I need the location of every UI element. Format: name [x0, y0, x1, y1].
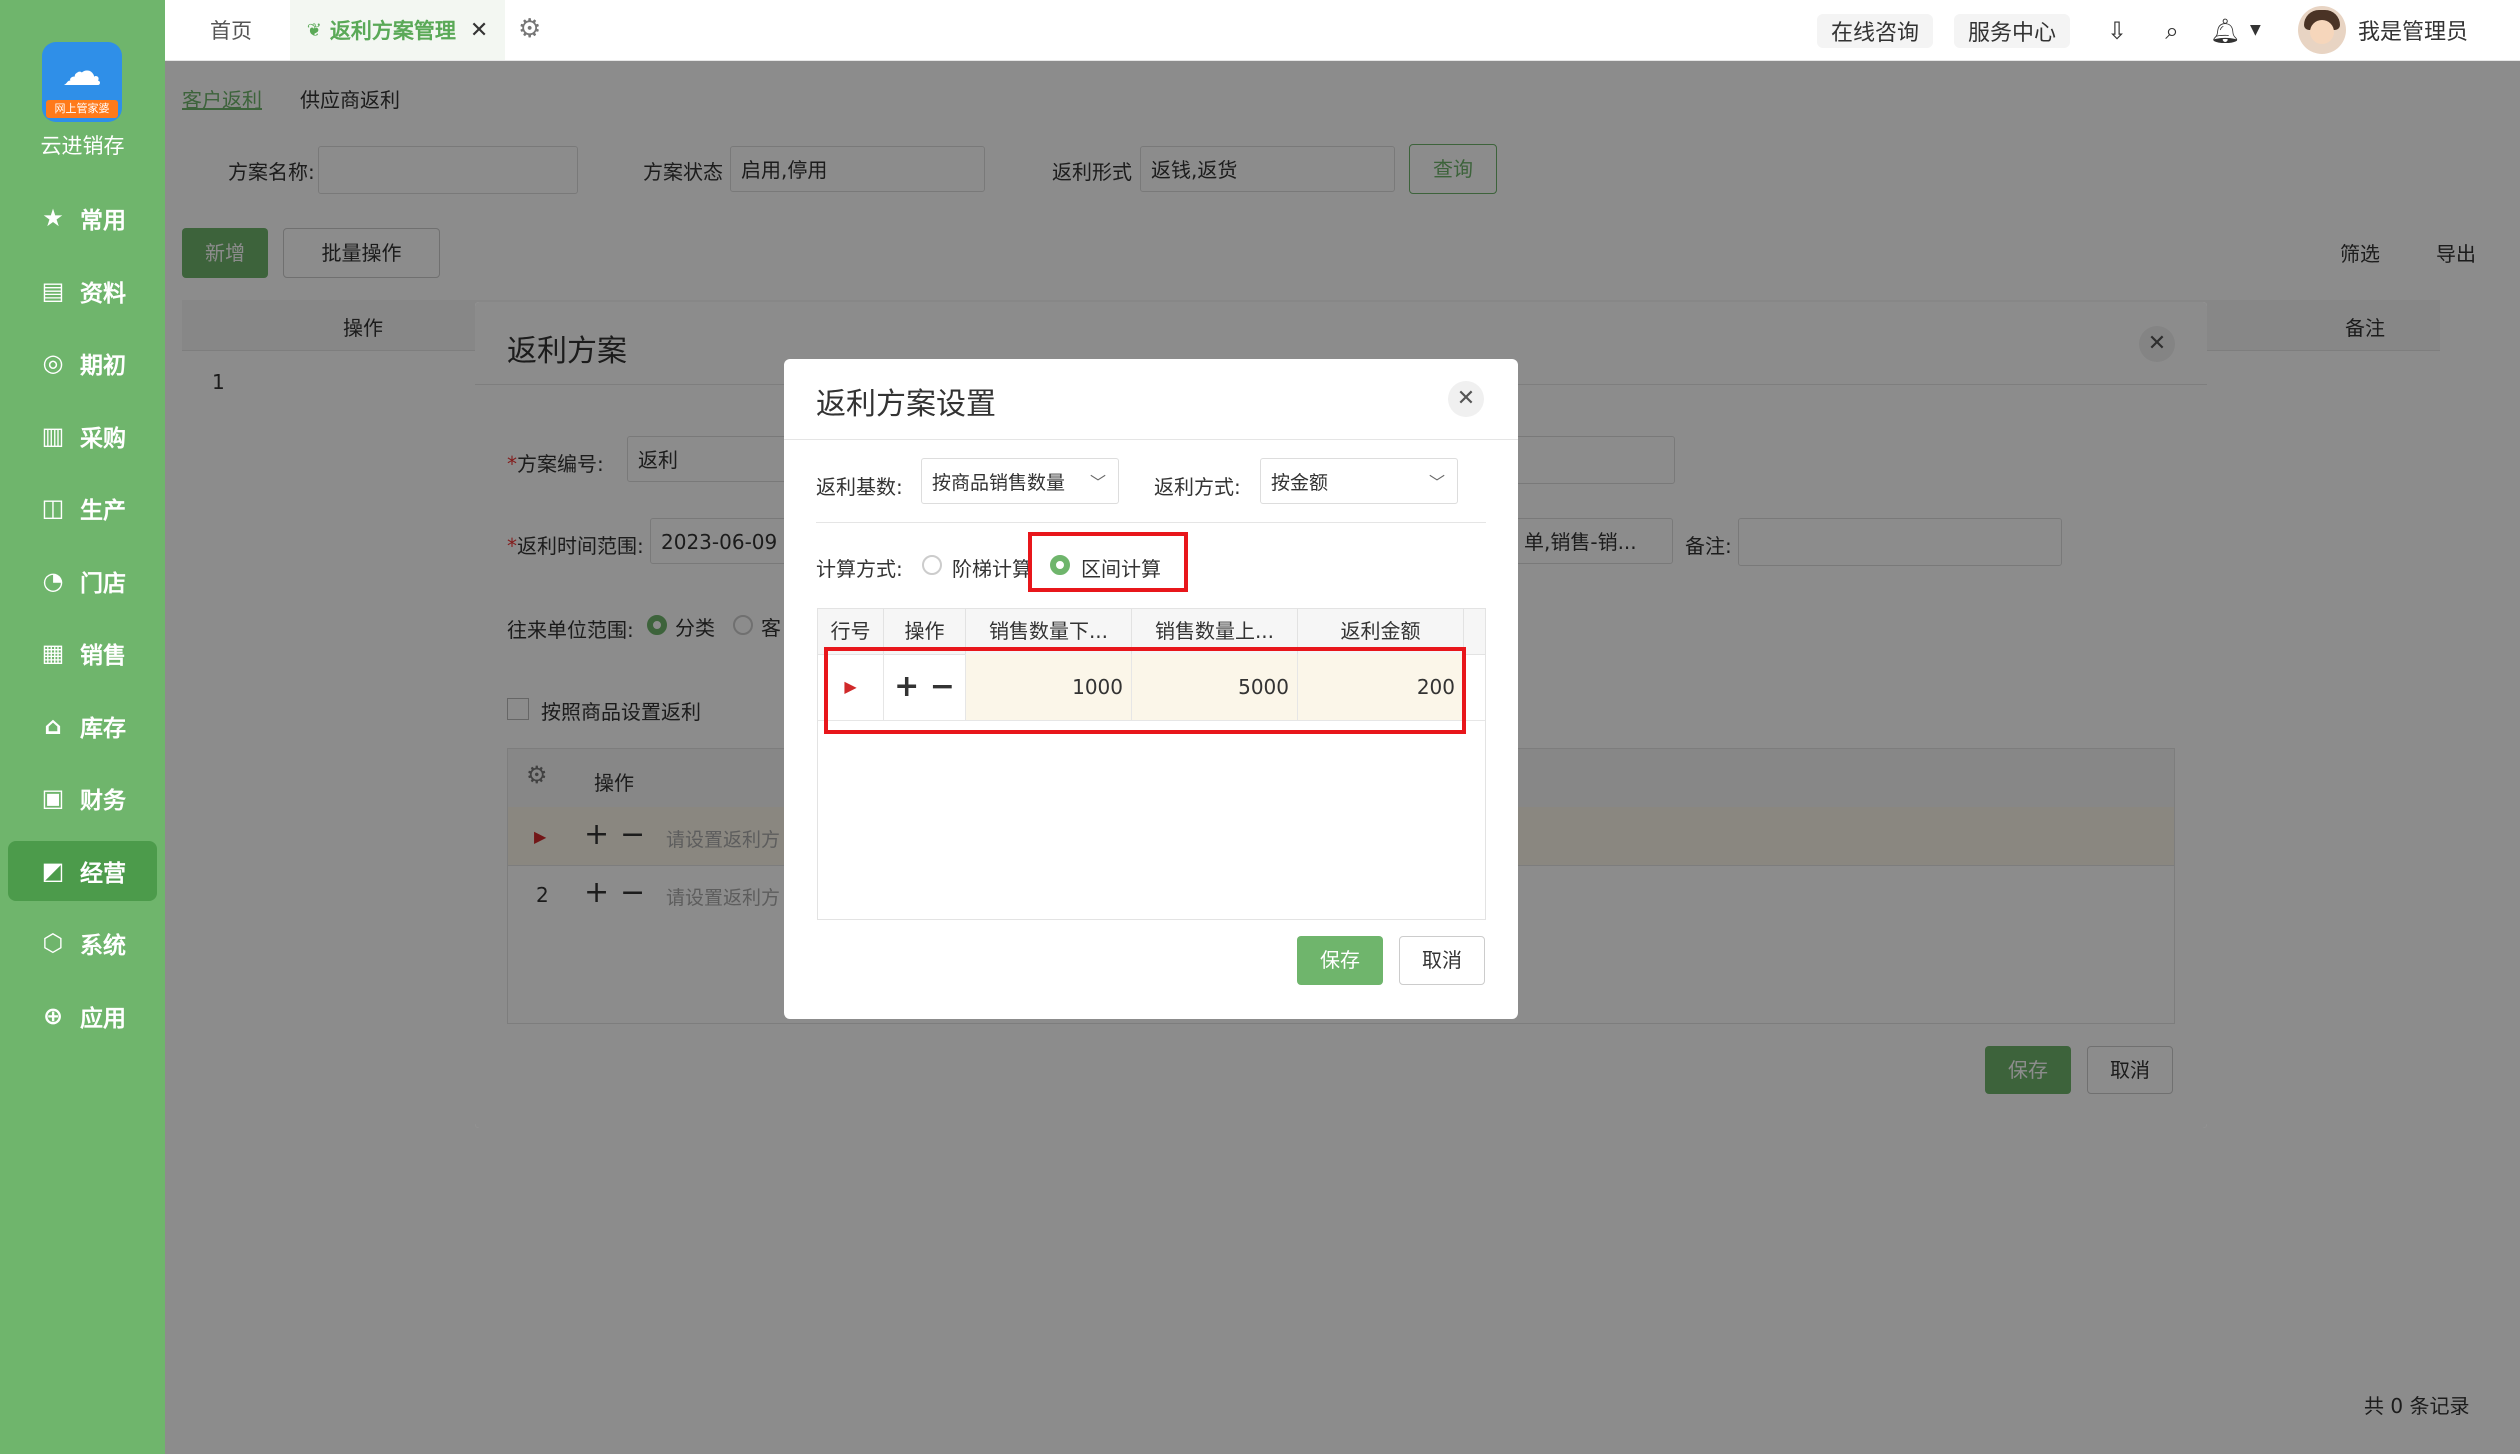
username[interactable]: 我是管理员: [2358, 14, 2468, 46]
sidebar-item-label: 系统: [80, 933, 126, 959]
tab-home[interactable]: 首页: [210, 0, 252, 60]
sidebar-item-label: 资料: [80, 280, 126, 307]
purchase-icon: ▥: [41, 421, 65, 450]
production-icon: ◫: [41, 494, 65, 522]
rebate-method-value: 按金额: [1271, 471, 1329, 494]
sidebar: ☁ 网上管家婆 云进销存 ★ 常用 ▤ 资料 ◎ 期初 ▥ 采购 ◫ 生产 ◔ 门店 ▦ 销售 ⌂ 库存 ▣ 财务…: [0, 0, 165, 1454]
tab-label: 返利方案管理: [329, 19, 456, 43]
bell-icon[interactable]: 🔔︎: [2208, 14, 2242, 48]
rebate-base-select[interactable]: 按商品销售数量 ﹀: [921, 458, 1119, 504]
rebate-setting-modal: 返利方案设置 ✕ 返利基数: 按商品销售数量 ﹀ 返利方式: 按金额 ﹀ 计算方…: [784, 359, 1518, 1019]
highlight-box: [824, 647, 1466, 734]
sidebar-item-label: 销售: [80, 643, 126, 669]
sidebar-item-label: 财务: [80, 788, 126, 814]
online-consult-button[interactable]: 在线咨询: [1817, 14, 1934, 48]
sidebar-item-label: 采购: [80, 425, 126, 452]
rebate-method-label: 返利方式:: [1154, 475, 1241, 499]
bar-chart-icon: ▦: [41, 639, 65, 667]
sidebar-item-label: 经营: [80, 860, 126, 887]
trend-icon: ◩: [41, 856, 65, 885]
service-center-button[interactable]: 服务中心: [1954, 14, 2071, 48]
sidebar-item-8[interactable]: ▣ 财务: [8, 768, 157, 828]
close-icon[interactable]: ✕: [1448, 381, 1484, 417]
step-calc-label: 阶梯计算: [952, 557, 1032, 581]
avatar[interactable]: [2298, 6, 2346, 54]
system-icon: ⬡: [42, 929, 64, 957]
sidebar-item-11[interactable]: ⊕ 应用: [8, 986, 157, 1046]
chevron-down-icon: ﹀: [1428, 473, 1445, 492]
sidebar-item-9[interactable]: ◩ 经营: [8, 840, 157, 901]
gear-icon[interactable]: ⚙: [518, 14, 541, 44]
warehouse-icon: ⌂: [44, 711, 62, 740]
rebate-method-select[interactable]: 按金额 ﹀: [1260, 458, 1458, 504]
sidebar-item-label: 常用: [80, 208, 126, 234]
rebate-base-value: 按商品销售数量: [932, 471, 1066, 494]
tab-rebate-management[interactable]: ❦ 返利方案管理 ✕: [290, 0, 505, 60]
rebate-base-label: 返利基数:: [816, 475, 903, 499]
pie-icon: ◔: [42, 566, 64, 595]
chevron-down-icon[interactable]: ▼: [2250, 22, 2261, 38]
modal-title: 返利方案设置: [816, 387, 996, 422]
app-brand: 云进销存: [40, 134, 125, 158]
finance-icon: ▣: [41, 784, 65, 812]
sidebar-item-label: 期初: [80, 353, 126, 379]
sidebar-item-10[interactable]: ⬡ 系统: [8, 913, 157, 973]
close-icon[interactable]: ✕: [470, 18, 488, 43]
sidebar-item-label: 应用: [80, 1005, 126, 1032]
apps-icon: ⊕: [42, 1001, 64, 1030]
sidebar-item-2[interactable]: ◎ 期初: [8, 333, 157, 393]
sidebar-item-label: 生产: [80, 498, 126, 524]
document-icon: ▤: [41, 276, 65, 305]
target-icon: ◎: [42, 349, 64, 377]
sidebar-item-7[interactable]: ⌂ 库存: [8, 696, 157, 756]
sidebar-item-6[interactable]: ▦ 销售: [8, 623, 157, 683]
sidebar-item-3[interactable]: ▥ 采购: [8, 406, 157, 466]
search-icon[interactable]: ⌕: [2155, 14, 2189, 48]
sidebar-item-label: 门店: [80, 570, 126, 597]
step-calc-radio[interactable]: [922, 555, 942, 575]
chevron-down-icon: ﹀: [1089, 473, 1106, 492]
sidebar-item-0[interactable]: ★ 常用: [8, 188, 157, 248]
cancel-button[interactable]: 取消: [1399, 936, 1485, 985]
sidebar-item-1[interactable]: ▤ 资料: [8, 261, 157, 321]
sidebar-item-label: 库存: [80, 715, 126, 742]
logo-subtitle: 网上管家婆: [46, 100, 118, 118]
app-logo: ☁ 网上管家婆: [42, 42, 122, 122]
sidebar-item-4[interactable]: ◫ 生产: [8, 478, 157, 538]
cloud-download-icon[interactable]: ⇩: [2100, 14, 2134, 48]
sidebar-item-5[interactable]: ◔ 门店: [8, 551, 157, 611]
cloud-icon: ☁: [62, 49, 102, 95]
save-button[interactable]: 保存: [1297, 936, 1383, 985]
highlight-box: [1028, 532, 1188, 592]
leaf-icon: ❦: [306, 19, 322, 41]
star-icon: ★: [42, 204, 64, 232]
calc-method-label: 计算方式:: [816, 557, 903, 581]
